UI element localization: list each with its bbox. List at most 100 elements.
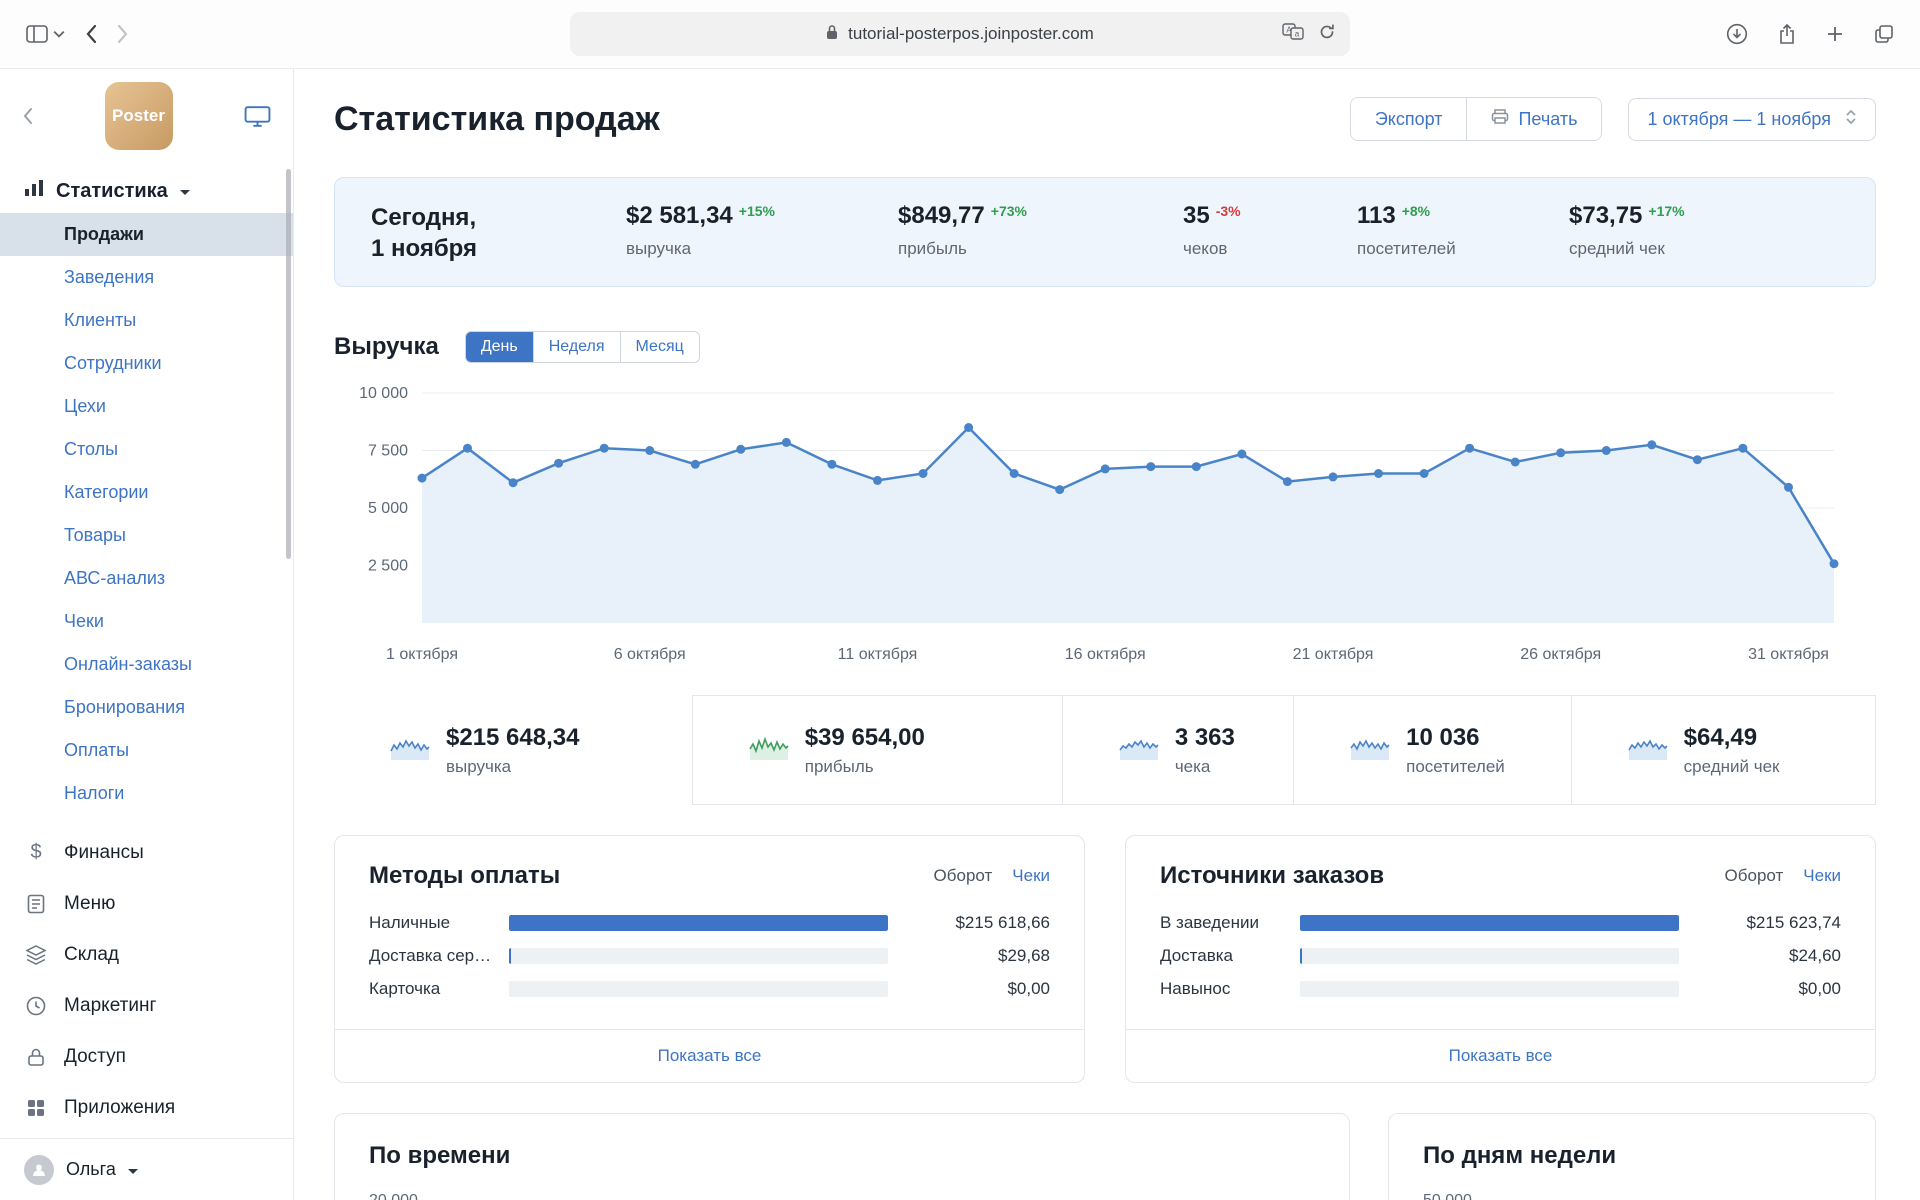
bar-track <box>1300 947 1679 964</box>
export-button[interactable]: Экспорт <box>1350 98 1467 140</box>
sidebar-item-products[interactable]: Товары <box>0 514 293 557</box>
translate-icon[interactable]: Aa <box>1282 23 1304 45</box>
sidebar-scrollbar[interactable] <box>286 169 291 559</box>
svg-text:16 октября: 16 октября <box>1065 646 1146 663</box>
sidebar-toggle-icon[interactable] <box>26 25 65 43</box>
section-label: Меню <box>64 892 116 914</box>
sidebar-item-workshops[interactable]: Цехи <box>0 385 293 428</box>
total-label: прибыль <box>804 756 874 776</box>
date-range-select[interactable]: 1 октября — 1 ноября <box>1628 97 1876 141</box>
poster-logo[interactable]: Poster <box>104 82 173 150</box>
share-icon[interactable] <box>1778 23 1796 45</box>
layers-icon <box>24 944 48 965</box>
by-weekday-title: По дням недели <box>1423 1142 1617 1169</box>
sidebar-item-abc-analysis[interactable]: АВС-анализ <box>0 557 293 600</box>
reload-icon[interactable] <box>1318 23 1336 46</box>
bar-chart-icon <box>24 179 44 203</box>
bar-fill <box>1300 947 1303 964</box>
new-tab-icon[interactable] <box>1826 25 1844 43</box>
sidebar-item-tables[interactable]: Столы <box>0 428 293 471</box>
section-label: Доступ <box>64 1045 126 1067</box>
sidebar-item-warehouse[interactable]: Склад <box>0 929 293 980</box>
metric-delta: +15% <box>738 203 775 219</box>
user-menu[interactable]: Ольга <box>0 1138 293 1200</box>
tab-month[interactable]: Месяц <box>619 332 699 362</box>
bar-fill <box>509 947 512 964</box>
forward-icon[interactable] <box>117 24 129 44</box>
total-average-check[interactable]: $64,49 средний чек <box>1570 695 1876 805</box>
sidebar-item-online-orders[interactable]: Онлайн-заказы <box>0 643 293 686</box>
total-visitors[interactable]: 10 036 посетителей <box>1293 695 1571 805</box>
total-label: средний чек <box>1683 756 1780 776</box>
total-revenue[interactable]: $215 648,34 выручка <box>334 695 692 805</box>
tab-overview-icon[interactable] <box>1874 24 1894 44</box>
lock-icon <box>826 24 838 45</box>
metric-delta: -3% <box>1215 203 1241 219</box>
downloads-icon[interactable] <box>1726 23 1748 45</box>
metric-delta: +73% <box>990 203 1027 219</box>
total-value: $39 654,00 <box>804 723 925 751</box>
sidebar-item-clients[interactable]: Клиенты <box>0 299 293 342</box>
sidebar-item-menu[interactable]: Меню <box>0 878 293 929</box>
sidebar-item-venues[interactable]: Заведения <box>0 256 293 299</box>
bar-fill <box>1300 914 1679 931</box>
sidebar-item-taxes[interactable]: Налоги <box>0 772 293 815</box>
total-receipts[interactable]: 3 363 чека <box>1061 695 1294 805</box>
sparkline-icon <box>749 735 789 766</box>
sidebar-item-payments[interactable]: Оплаты <box>0 729 293 772</box>
clock-icon <box>24 996 48 1016</box>
sidebar-item-categories[interactable]: Категории <box>0 471 293 514</box>
receipts-toggle[interactable]: Чеки <box>1012 866 1050 886</box>
by-weekday-card: По дням недели 50 000 <box>1388 1113 1876 1200</box>
show-all-link[interactable]: Показать все <box>658 1046 762 1065</box>
sidebar-back-icon[interactable] <box>22 107 33 125</box>
total-label: выручка <box>446 756 512 776</box>
sidebar-item-apps[interactable]: Приложения <box>0 1082 293 1133</box>
payment-methods-card: Методы оплаты Оборот Чеки Наличные $215 … <box>334 835 1085 1083</box>
turnover-toggle[interactable]: Оборот <box>1725 866 1784 886</box>
terminal-icon[interactable] <box>244 105 271 128</box>
summary-date: Сегодня, 1 ноября <box>371 204 478 263</box>
by-time-title: По времени <box>369 1142 511 1169</box>
svg-text:11 октября: 11 октября <box>838 646 918 663</box>
sidebar-item-marketing[interactable]: Маркетинг <box>0 980 293 1031</box>
card-title: Источники заказов <box>1160 862 1385 889</box>
total-profit[interactable]: $39 654,00 прибыль <box>691 695 1062 805</box>
sidebar-item-sales[interactable]: Продажи <box>0 213 293 256</box>
sidebar-item-finance[interactable]: $ Финансы <box>0 827 293 878</box>
sidebar-item-bookings[interactable]: Бронирования <box>0 686 293 729</box>
url-bar[interactable]: tutorial-posterpos.joinposter.com Aa <box>570 12 1350 56</box>
bar-track <box>509 914 888 931</box>
bar-track <box>509 947 888 964</box>
by-time-card: По времени 20 000 <box>334 1113 1350 1200</box>
total-label: посетителей <box>1406 756 1505 776</box>
metric-label: средний чек <box>1569 239 1665 258</box>
sidebar-item-receipts[interactable]: Чеки <box>0 600 293 643</box>
metric-value: $2 581,34 <box>626 202 733 229</box>
svg-text:a: a <box>1295 29 1300 38</box>
export-print-group: Экспорт Печать <box>1349 97 1603 141</box>
section-label: Приложения <box>64 1096 176 1118</box>
summary-banner: Сегодня, 1 ноября $2 581,34 +15% выручка … <box>334 177 1876 287</box>
tab-day[interactable]: День <box>465 332 533 362</box>
url-text: tutorial-posterpos.joinposter.com <box>848 24 1094 43</box>
print-button[interactable]: Печать <box>1466 98 1602 140</box>
summary-metric-revenue: $2 581,34 +15% выручка <box>626 202 898 259</box>
receipts-toggle[interactable]: Чеки <box>1803 866 1841 886</box>
show-all-link[interactable]: Показать все <box>1449 1046 1553 1065</box>
turnover-toggle[interactable]: Оборот <box>934 866 993 886</box>
svg-text:1 октября: 1 октября <box>386 646 458 663</box>
metric-delta: +17% <box>1648 203 1685 219</box>
sidebar-item-statistics[interactable]: Статистика <box>0 163 293 213</box>
sidebar-item-access[interactable]: Доступ <box>0 1031 293 1082</box>
y-axis-label: 50 000 <box>1423 1192 1841 1200</box>
total-value: 10 036 <box>1406 723 1480 751</box>
sidebar-item-employees[interactable]: Сотрудники <box>0 342 293 385</box>
tab-week[interactable]: Неделя <box>532 332 620 362</box>
order-sources-card: Источники заказов Оборот Чеки В заведени… <box>1125 835 1876 1083</box>
revenue-title: Выручка <box>334 333 439 360</box>
back-icon[interactable] <box>85 24 97 44</box>
bar-track <box>509 980 888 997</box>
user-name: Ольга <box>66 1159 116 1179</box>
totals-row: $215 648,34 выручка $39 654,00 прибыль 3 3… <box>334 695 1876 805</box>
